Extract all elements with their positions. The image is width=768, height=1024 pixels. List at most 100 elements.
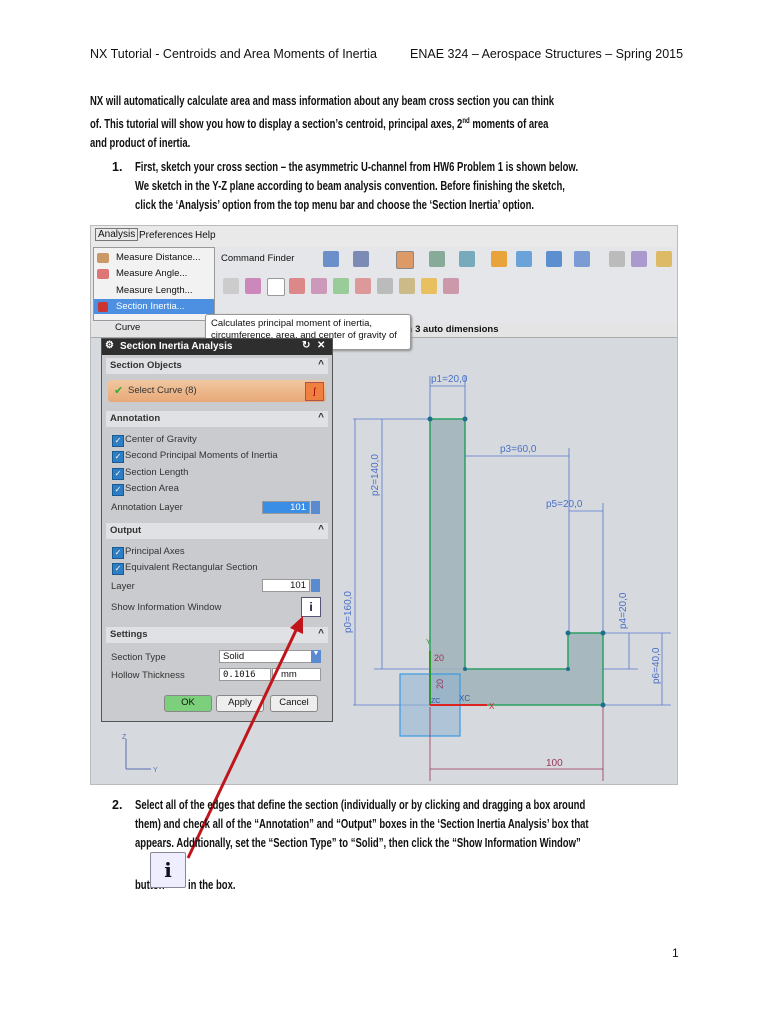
step2-line: Select all of the edges that define the … [135,798,586,812]
close-icon[interactable]: ✕ [317,340,325,351]
select-curve-row[interactable]: ✔ Select Curve (8) ʃ [108,380,326,402]
checkbox-label: Principal Axes [125,546,185,557]
checkbox-label: Second Principal Moments of Inertia [125,450,278,461]
header-right: ENAE 324 – Aerospace Structures – Spring… [410,47,684,61]
dialog-titlebar: ⚙ Section Inertia Analysis ↻ ✕ [102,339,332,355]
x-label: X [489,702,495,711]
dim-label-p5: p5=20,0 [546,499,583,510]
annotation-layer-label: Annotation Layer [111,502,183,513]
dim-label-p2: p2=140,0 [370,454,381,496]
checkbox-equivalent-rect[interactable]: ✓ [112,563,124,575]
checkbox-section-length[interactable]: ✓ [112,468,124,480]
dim-label-p4: p4=20,0 [618,592,629,629]
view-triad-icon [125,739,151,770]
step2-number: 2. [112,798,123,812]
measure-distance-icon [97,253,109,263]
info-button-image: i [150,852,186,888]
step2-line: appears. Additionally, set the “Section … [135,836,581,850]
xc-label: XC [459,694,470,703]
y-label: Y [426,639,431,646]
section-title: Output [110,525,142,536]
menu-item-measure-angle[interactable]: Measure Angle... [116,268,187,279]
checkbox-label: Section Length [125,467,189,478]
info-window-button[interactable]: i [301,597,321,617]
ok-button[interactable]: OK [164,695,212,712]
reset-icon[interactable]: ↻ [302,340,310,351]
zc-label: ZC [431,698,440,705]
page-number: 1 [672,946,679,960]
check-icon: ✔ [114,385,124,397]
annotation-header[interactable]: Annotation ^ [106,411,328,427]
header-left: NX Tutorial - Centroids and Area Moments… [90,47,377,61]
collapse-icon[interactable]: ^ [318,359,324,370]
section-type-label: Section Type [111,652,166,663]
intro-line: and product of inertia. [90,136,191,151]
section-title: Settings [110,629,148,640]
dialog-title: Section Inertia Analysis [120,341,233,352]
tooltip-line: Calculates principal moment of inertia, [211,318,373,329]
step1-line: We sketch in the Y-Z plane according to … [135,179,565,193]
menu-item-measure-distance[interactable]: Measure Distance... [116,252,200,263]
menu-item-curve[interactable]: Curve [115,322,140,333]
step1-line: First, sketch your cross section – the a… [135,160,579,174]
checkbox-second-moments[interactable]: ✓ [112,451,124,463]
curve-icon[interactable]: ʃ [305,382,324,401]
intro-paragraph: NX will automatically calculate area and… [90,92,554,153]
dim-label-20-vertical: 20 [435,679,445,689]
checkbox-label: Center of Gravity [125,434,197,445]
section-type-value: Solid [223,651,245,662]
gear-icon[interactable]: ⚙ [105,340,114,351]
step2-line: them) and check all of the “Annotation” … [135,817,589,831]
nx-screenshot: Analysis Preferences Help Command Finder… [90,225,678,785]
dim-label-20: 20 [434,653,444,663]
dim-label-p3: p3=60,0 [500,444,537,455]
annotation-layer-input[interactable]: 101 [262,501,310,514]
layer-label: Layer [111,581,135,592]
measure-angle-icon [97,269,109,279]
spinner-icon[interactable] [311,579,320,592]
section-type-select[interactable]: Solid [219,650,321,663]
show-info-label: Show Information Window [111,602,222,613]
layer-input[interactable]: 101 [262,579,310,592]
hollow-thickness-input[interactable]: 0.1016 [219,668,271,681]
collapse-icon[interactable]: ^ [318,412,324,423]
section-inertia-icon [98,302,108,312]
step1-text: First, sketch your cross section – the a… [135,158,578,215]
dim-label-p0: p0=160,0 [343,591,354,633]
cancel-button[interactable]: Cancel [270,695,318,712]
unit-select[interactable]: mm [272,668,321,681]
l-section-shape [429,418,604,706]
triad-z-label: Z [122,734,127,741]
select-curve-label: Select Curve (8) [128,385,197,396]
dim-label-p1: p1=20,0 [431,374,468,385]
menu-item-section-inertia[interactable]: Section Inertia... [116,301,185,312]
intro-line: of. This tutorial will show you how to d… [90,116,549,132]
intro-line: NX will automatically calculate area and… [90,94,555,108]
superscript: nd [462,116,470,125]
collapse-icon[interactable]: ^ [318,628,324,639]
collapse-icon[interactable]: ^ [318,524,324,535]
analysis-dropdown-menu: Measure Distance... Measure Angle... Mea… [93,247,215,321]
checkbox-label: Section Area [125,483,179,494]
document-page: NX Tutorial - Centroids and Area Moments… [0,0,768,1024]
section-title: Section Objects [110,360,182,371]
dropdown-arrow-icon[interactable]: ▼ [311,650,321,663]
step2-text: Select all of the edges that define the … [135,796,589,853]
section-title: Annotation [110,413,161,424]
menu-item-measure-length[interactable]: Measure Length... [116,285,193,296]
checkbox-label: Equivalent Rectangular Section [125,562,258,573]
checkbox-principal-axes[interactable]: ✓ [112,547,124,559]
dim-label-p6: p6=40,0 [651,647,662,684]
step1-number: 1. [112,160,123,174]
step2-after: in the box. [188,878,236,892]
apply-button[interactable]: Apply [216,695,264,712]
dim-label-100: 100 [546,758,563,769]
hollow-thickness-label: Hollow Thickness [111,670,185,681]
step1-line: click the ‘Analysis’ option from the top… [135,198,535,212]
checkbox-section-area[interactable]: ✓ [112,484,124,496]
settings-header[interactable]: Settings ^ [106,627,328,643]
section-objects-header[interactable]: Section Objects ^ [106,358,328,374]
checkbox-center-of-gravity[interactable]: ✓ [112,435,124,447]
output-header[interactable]: Output ^ [106,523,328,539]
spinner-icon[interactable] [311,501,320,514]
